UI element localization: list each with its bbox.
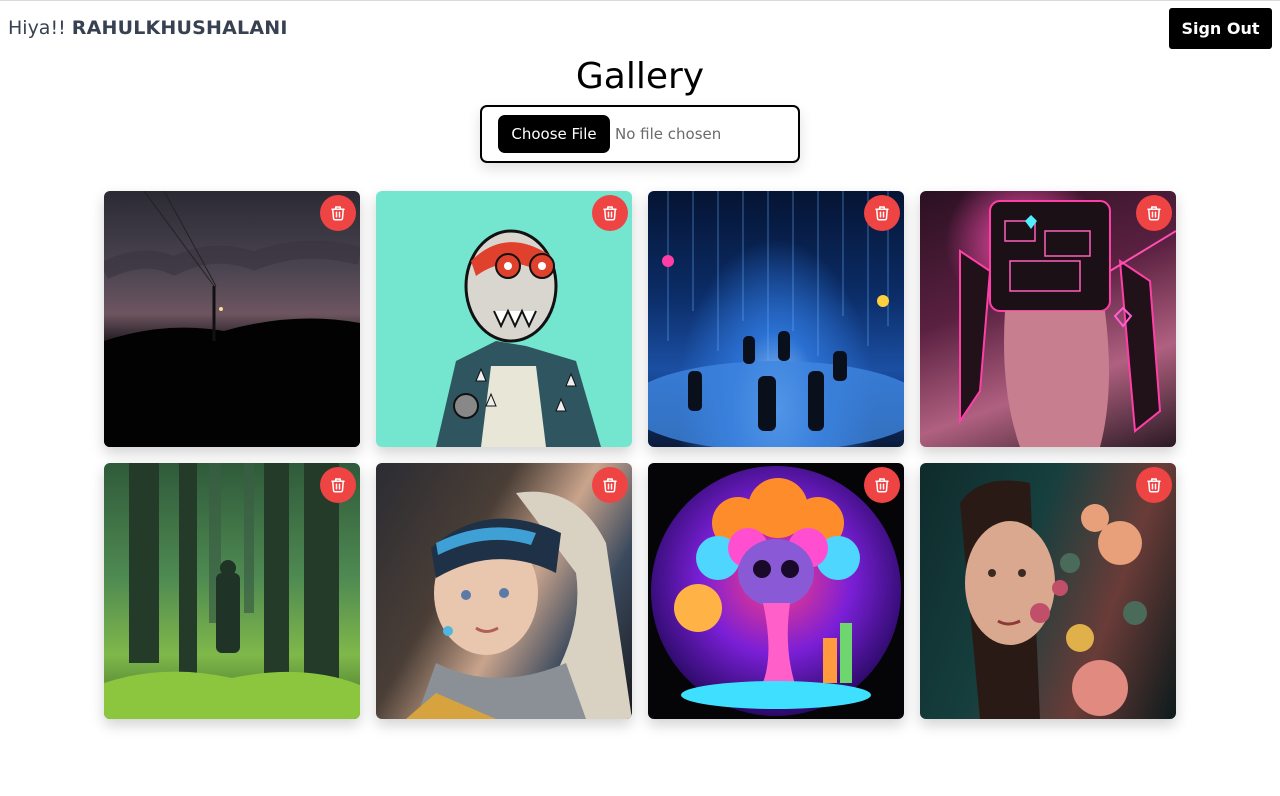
gallery-image[interactable]: [648, 463, 904, 719]
trash-icon: [331, 478, 345, 493]
gallery-image[interactable]: [648, 191, 904, 447]
gallery-card[interactable]: [376, 463, 632, 719]
gallery-card[interactable]: [104, 191, 360, 447]
choose-file-button[interactable]: Choose File: [498, 115, 610, 153]
greeting-prefix: Hiya!!: [8, 17, 66, 39]
delete-image-button[interactable]: [320, 195, 356, 231]
trash-icon: [331, 206, 345, 221]
trash-icon: [1147, 206, 1161, 221]
gallery-card[interactable]: [920, 463, 1176, 719]
delete-image-button[interactable]: [864, 467, 900, 503]
delete-image-button[interactable]: [592, 195, 628, 231]
trash-icon: [603, 478, 617, 493]
delete-image-button[interactable]: [320, 467, 356, 503]
delete-image-button[interactable]: [864, 195, 900, 231]
gallery-image[interactable]: [376, 191, 632, 447]
gallery-card[interactable]: [104, 463, 360, 719]
gallery-image[interactable]: [920, 191, 1176, 447]
delete-image-button[interactable]: [1136, 467, 1172, 503]
trash-icon: [603, 206, 617, 221]
page-title: Gallery: [575, 56, 705, 97]
gallery-card[interactable]: [648, 191, 904, 447]
trash-icon: [875, 206, 889, 221]
gallery-image[interactable]: [920, 463, 1176, 719]
trash-icon: [1147, 478, 1161, 493]
delete-image-button[interactable]: [592, 467, 628, 503]
user-greeting: Hiya!! RAHULKHUSHALANI: [8, 17, 288, 39]
gallery-card[interactable]: [376, 191, 632, 447]
delete-image-button[interactable]: [1136, 195, 1172, 231]
top-border: [0, 0, 1280, 1]
gallery-image[interactable]: [104, 463, 360, 719]
trash-icon: [875, 478, 889, 493]
gallery-card[interactable]: [920, 191, 1176, 447]
file-status-text: No file chosen: [615, 125, 722, 143]
gallery-image[interactable]: [104, 191, 360, 447]
sign-out-button[interactable]: Sign Out: [1169, 8, 1272, 49]
image-gallery: [104, 191, 1176, 719]
file-upload-box[interactable]: Choose File No file chosen: [480, 105, 800, 163]
gallery-image[interactable]: [376, 463, 632, 719]
username: RAHULKHUSHALANI: [71, 17, 288, 39]
gallery-card[interactable]: [648, 463, 904, 719]
